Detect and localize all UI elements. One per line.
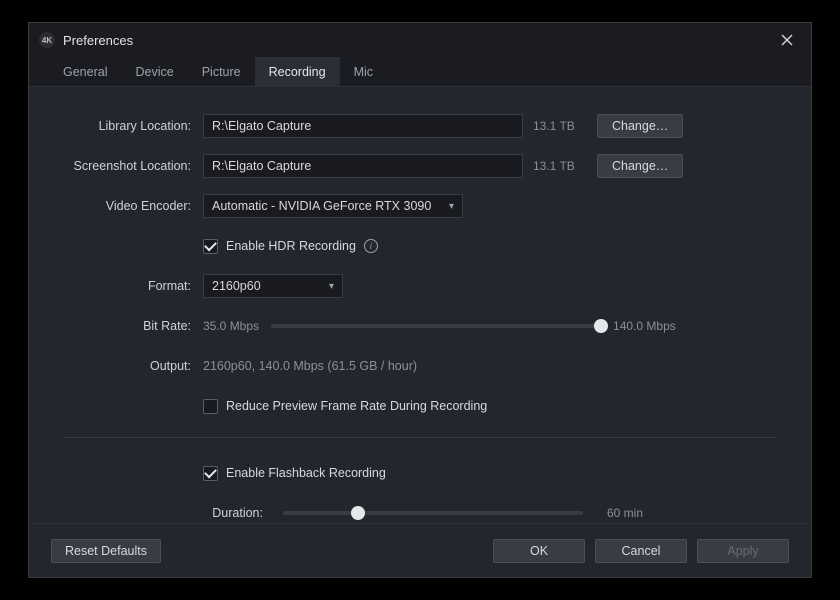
format-value: 2160p60 xyxy=(212,279,261,293)
window-title: Preferences xyxy=(63,33,773,48)
library-location-input[interactable] xyxy=(203,114,523,138)
screenshot-disk-size: 13.1 TB xyxy=(533,159,587,173)
bitrate-max: 140.0 Mbps xyxy=(613,319,676,333)
screenshot-location-input[interactable] xyxy=(203,154,523,178)
bitrate-slider-thumb[interactable] xyxy=(594,319,608,333)
duration-label: Duration: xyxy=(203,506,273,520)
tab-general[interactable]: General xyxy=(49,57,121,86)
duration-slider-thumb[interactable] xyxy=(351,506,365,520)
bitrate-label: Bit Rate: xyxy=(63,319,203,333)
reset-defaults-button[interactable]: Reset Defaults xyxy=(51,539,161,563)
tab-bar: General Device Picture Recording Mic xyxy=(29,57,811,87)
ok-button[interactable]: OK xyxy=(493,539,585,563)
format-select[interactable]: 2160p60 ▾ xyxy=(203,274,343,298)
tab-mic[interactable]: Mic xyxy=(340,57,387,86)
enable-flashback-label: Enable Flashback Recording xyxy=(226,466,386,480)
preferences-dialog: 4K Preferences General Device Picture Re… xyxy=(28,22,812,578)
tab-recording[interactable]: Recording xyxy=(255,57,340,86)
tab-picture[interactable]: Picture xyxy=(188,57,255,86)
app-icon: 4K xyxy=(39,32,55,48)
chevron-down-icon: ▾ xyxy=(449,201,454,212)
enable-hdr-label: Enable HDR Recording xyxy=(226,239,356,253)
enable-hdr-checkbox[interactable] xyxy=(203,239,218,254)
titlebar: 4K Preferences xyxy=(29,23,811,57)
screenshot-change-button[interactable]: Change… xyxy=(597,154,683,178)
close-icon xyxy=(781,34,793,46)
screenshot-location-label: Screenshot Location: xyxy=(63,159,203,173)
duration-slider[interactable] xyxy=(283,511,583,515)
library-change-button[interactable]: Change… xyxy=(597,114,683,138)
duration-max: 60 min xyxy=(607,506,643,520)
library-location-label: Library Location: xyxy=(63,119,203,133)
chevron-down-icon: ▾ xyxy=(329,281,334,292)
library-disk-size: 13.1 TB xyxy=(533,119,587,133)
info-icon[interactable]: i xyxy=(364,239,378,253)
reduce-preview-checkbox[interactable] xyxy=(203,399,218,414)
divider xyxy=(63,437,777,438)
close-button[interactable] xyxy=(773,26,801,54)
output-label: Output: xyxy=(63,359,203,373)
video-encoder-label: Video Encoder: xyxy=(63,199,203,213)
tab-content: Library Location: 13.1 TB Change… Screen… xyxy=(29,87,811,523)
enable-flashback-checkbox[interactable] xyxy=(203,466,218,481)
cancel-button[interactable]: Cancel xyxy=(595,539,687,563)
video-encoder-select[interactable]: Automatic - NVIDIA GeForce RTX 3090 ▾ xyxy=(203,194,463,218)
bitrate-min: 35.0 Mbps xyxy=(203,319,259,333)
dialog-footer: Reset Defaults OK Cancel Apply xyxy=(29,523,811,577)
video-encoder-value: Automatic - NVIDIA GeForce RTX 3090 xyxy=(212,199,431,213)
bitrate-slider[interactable] xyxy=(271,324,601,328)
tab-device[interactable]: Device xyxy=(121,57,187,86)
apply-button[interactable]: Apply xyxy=(697,539,789,563)
reduce-preview-label: Reduce Preview Frame Rate During Recordi… xyxy=(226,399,487,413)
format-label: Format: xyxy=(63,279,203,293)
output-value: 2160p60, 140.0 Mbps (61.5 GB / hour) xyxy=(203,359,417,373)
